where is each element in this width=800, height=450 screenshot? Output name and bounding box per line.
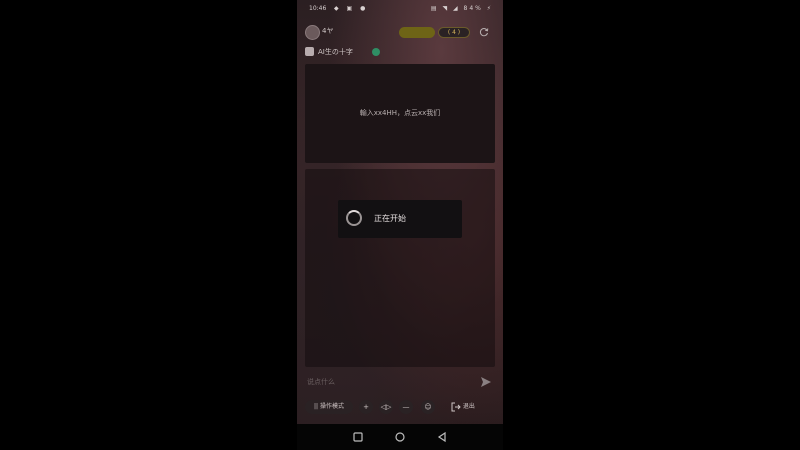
send-icon[interactable]	[480, 376, 492, 388]
status-left-glyphs: ◆ ▣ ●	[334, 5, 369, 12]
hint-text: 輸入xx4HH，点云xx我们	[359, 109, 441, 117]
mode-button[interactable]: || 操作模式	[305, 400, 353, 414]
message-input[interactable]	[305, 374, 479, 390]
exit-icon	[451, 402, 461, 411]
plus-button[interactable]: +	[359, 400, 373, 414]
swap-icon: ◁▷	[380, 403, 392, 411]
hint-card: 輸入xx4HH，点云xx我们	[305, 64, 495, 163]
emoji-button[interactable]: ☺	[421, 400, 435, 414]
avatar[interactable]	[305, 25, 320, 40]
minus-button[interactable]: —	[399, 400, 413, 414]
input-row	[305, 374, 495, 390]
status-right-icons: ▤ ◥ ◢ 84% ⚡	[430, 5, 493, 12]
dark-pill-button[interactable]: ( 4 )	[438, 27, 470, 38]
status-time: 10:46	[309, 5, 327, 12]
nav-square-icon[interactable]	[352, 431, 364, 443]
exit-label: 退出	[462, 403, 475, 410]
nickname: 4ヤ	[322, 27, 334, 35]
emoji-icon: ☺	[424, 403, 432, 411]
loading-toast: 正在开始	[338, 200, 462, 238]
gold-pill-button[interactable]	[399, 27, 435, 38]
spinner-icon	[346, 210, 362, 226]
chat-area: 正在开始	[305, 169, 495, 367]
top-bar: 4ヤ ( 4 )	[297, 22, 503, 42]
status-bar: 10:46 ◆ ▣ ● ▤ ◥ ◢ 84% ⚡	[297, 0, 503, 18]
exit-button[interactable]: 退出	[451, 400, 495, 414]
refresh-icon[interactable]	[479, 27, 489, 37]
bot-icon	[305, 47, 314, 56]
nav-home-icon[interactable]	[394, 431, 406, 443]
mode-button-label: || 操作模式	[314, 403, 344, 410]
bottom-toolbar: || 操作模式 + ◁▷ — ☺ 退出	[305, 398, 495, 416]
title-row: AI生の十字	[305, 46, 495, 58]
page-title: AI生の十字	[318, 48, 353, 56]
nav-back-icon[interactable]	[436, 431, 448, 443]
app-screen: 10:46 ◆ ▣ ● ▤ ◥ ◢ 84% ⚡ 4ヤ ( 4 ) AI生の十字	[297, 0, 503, 424]
android-nav-bar	[297, 424, 503, 450]
leaf-icon	[372, 48, 380, 56]
minus-icon: —	[402, 403, 410, 411]
phone-frame: 10:46 ◆ ▣ ● ▤ ◥ ◢ 84% ⚡ 4ヤ ( 4 ) AI生の十字	[297, 0, 503, 450]
loading-label: 正在开始	[374, 214, 406, 223]
swap-button[interactable]: ◁▷	[379, 400, 393, 414]
status-left-icons: ◆ ▣ ●	[334, 0, 368, 18]
dark-pill-label: ( 4 )	[447, 29, 461, 36]
plus-icon: +	[363, 403, 369, 411]
